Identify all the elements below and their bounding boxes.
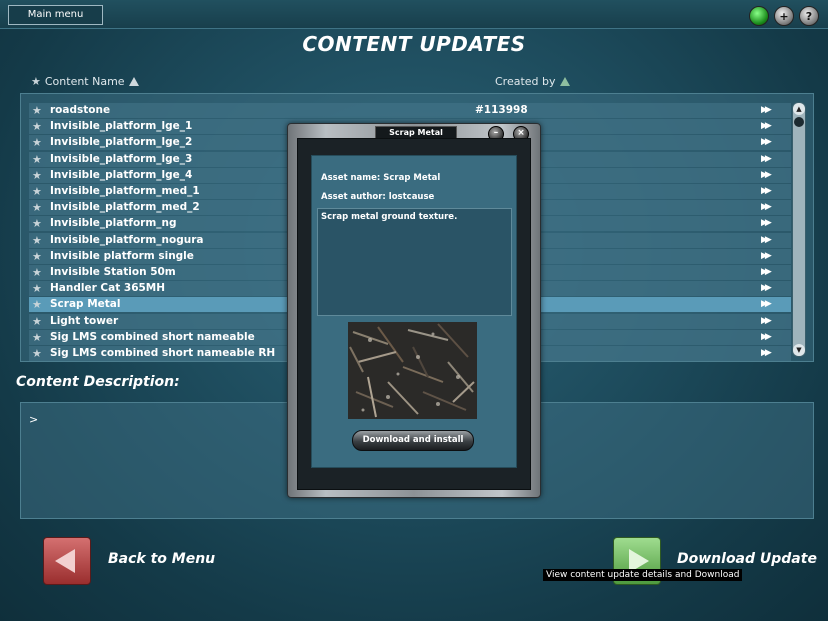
double-arrow-icon[interactable]: ▶▶ xyxy=(761,184,772,199)
back-to-menu-label[interactable]: Back to Menu xyxy=(108,551,215,567)
asset-popup: Scrap Metal – × Asset name: Scrap Metal … xyxy=(287,123,541,498)
list-item-name: Handler Cat 365MH xyxy=(50,282,166,295)
list-item-name: Invisible_platform_lge_3 xyxy=(50,152,193,165)
double-arrow-icon[interactable]: ▶▶ xyxy=(761,249,772,264)
list-item-name: Invisible_platform_lge_2 xyxy=(50,136,193,149)
scroll-thumb[interactable] xyxy=(794,117,804,127)
list-item-name: roadstone xyxy=(50,104,111,116)
list-item-name: Sig LMS combined short nameable RH xyxy=(50,347,276,359)
sort-triangle-icon xyxy=(559,77,570,86)
content-description-title: Content Description: xyxy=(16,374,180,390)
main-menu-button[interactable]: Main menu xyxy=(8,5,103,25)
list-item-name: Scrap Metal xyxy=(50,298,121,311)
star-icon[interactable]: ★ xyxy=(32,330,42,345)
star-icon[interactable]: ★ xyxy=(32,119,42,134)
list-item-name: Invisible_platform_med_1 xyxy=(50,185,200,197)
star-icon[interactable]: ★ xyxy=(32,233,42,248)
status-green-icon[interactable] xyxy=(749,6,769,26)
column-header-content-name[interactable]: ★ Content Name xyxy=(31,75,139,88)
download-tooltip: View content update details and Download xyxy=(543,569,743,581)
double-arrow-icon[interactable]: ▶▶ xyxy=(761,168,772,183)
double-arrow-icon[interactable]: ▶▶ xyxy=(761,119,772,134)
sort-triangle-icon xyxy=(128,77,139,86)
popup-content: Asset name: Scrap Metal Asset author: lo… xyxy=(311,155,517,468)
double-arrow-icon[interactable]: ▶▶ xyxy=(761,216,772,231)
double-arrow-icon[interactable]: ▶▶ xyxy=(761,314,772,329)
star-icon[interactable]: ★ xyxy=(32,314,42,329)
double-arrow-icon[interactable]: ▶▶ xyxy=(761,200,772,215)
star-icon[interactable]: ★ xyxy=(32,265,42,280)
asset-description-box: Scrap metal ground texture. xyxy=(317,208,512,316)
back-arrow-button[interactable] xyxy=(43,537,91,585)
top-bar: Main menu + ? xyxy=(0,0,828,29)
list-item-name: Light tower xyxy=(50,314,119,327)
star-icon[interactable]: ★ xyxy=(32,103,42,118)
list-item-name: Invisible platform single xyxy=(50,249,194,262)
star-icon[interactable]: ★ xyxy=(32,346,42,361)
list-item-name: Invisible_platform_med_2 xyxy=(50,201,200,214)
list-item-name: Invisible_platform_nogura xyxy=(50,233,204,246)
star-icon[interactable]: ★ xyxy=(32,184,42,199)
list-item-name: Invisible_platform_ng xyxy=(50,217,177,230)
asset-name: Asset name: Scrap Metal xyxy=(321,173,441,183)
list-item-name: Invisible Station 50m xyxy=(50,266,176,278)
star-icon[interactable]: ★ xyxy=(32,152,42,167)
star-icon[interactable]: ★ xyxy=(32,200,42,215)
list-item-name: Invisible_platform_lge_4 xyxy=(50,168,193,181)
download-update-label[interactable]: Download Update xyxy=(677,551,817,567)
page-title: CONTENT UPDATES xyxy=(302,32,526,56)
list-item-id: #113998 xyxy=(475,104,528,116)
star-icon[interactable]: ★ xyxy=(32,249,42,264)
star-icon[interactable]: ★ xyxy=(32,216,42,231)
double-arrow-icon[interactable]: ▶▶ xyxy=(761,281,772,296)
star-icon[interactable]: ★ xyxy=(32,135,42,150)
double-arrow-icon[interactable]: ▶▶ xyxy=(761,297,772,312)
asset-description-text: Scrap metal ground texture. xyxy=(321,212,458,222)
list-item[interactable]: ★ roadstone #113998 ▶▶ xyxy=(29,103,791,118)
asset-author: Asset author: lostcause xyxy=(321,192,435,202)
column-label-content-name: Content Name xyxy=(44,75,125,88)
double-arrow-icon[interactable]: ▶▶ xyxy=(761,152,772,167)
help-icon[interactable]: ? xyxy=(799,6,819,26)
content-description-text: > xyxy=(29,413,39,426)
star-icon[interactable]: ★ xyxy=(32,281,42,296)
double-arrow-icon[interactable]: ▶▶ xyxy=(761,233,772,248)
star-icon[interactable]: ★ xyxy=(32,297,42,312)
plus-icon[interactable]: + xyxy=(774,6,794,26)
scroll-down-icon[interactable]: ▼ xyxy=(793,344,805,356)
scroll-up-icon[interactable]: ▲ xyxy=(793,103,805,115)
list-scrollbar[interactable]: ▲ ▼ xyxy=(792,102,806,357)
star-icon[interactable]: ★ xyxy=(32,168,42,183)
asset-thumbnail-image xyxy=(348,322,477,419)
list-item-name: Invisible_platform_lge_1 xyxy=(50,120,193,133)
top-icons: + ? xyxy=(749,6,819,26)
column-label-created-by: Created by xyxy=(495,75,556,88)
double-arrow-icon[interactable]: ▶▶ xyxy=(761,135,772,150)
double-arrow-icon[interactable]: ▶▶ xyxy=(761,346,772,361)
star-icon: ★ xyxy=(31,75,41,88)
double-arrow-icon[interactable]: ▶▶ xyxy=(761,330,772,345)
download-and-install-button[interactable]: Download and install xyxy=(352,430,474,451)
double-arrow-icon[interactable]: ▶▶ xyxy=(761,103,772,118)
list-item-name: Sig LMS combined short nameable xyxy=(50,330,255,343)
double-arrow-icon[interactable]: ▶▶ xyxy=(761,265,772,280)
column-header-created-by[interactable]: Created by xyxy=(495,75,570,88)
